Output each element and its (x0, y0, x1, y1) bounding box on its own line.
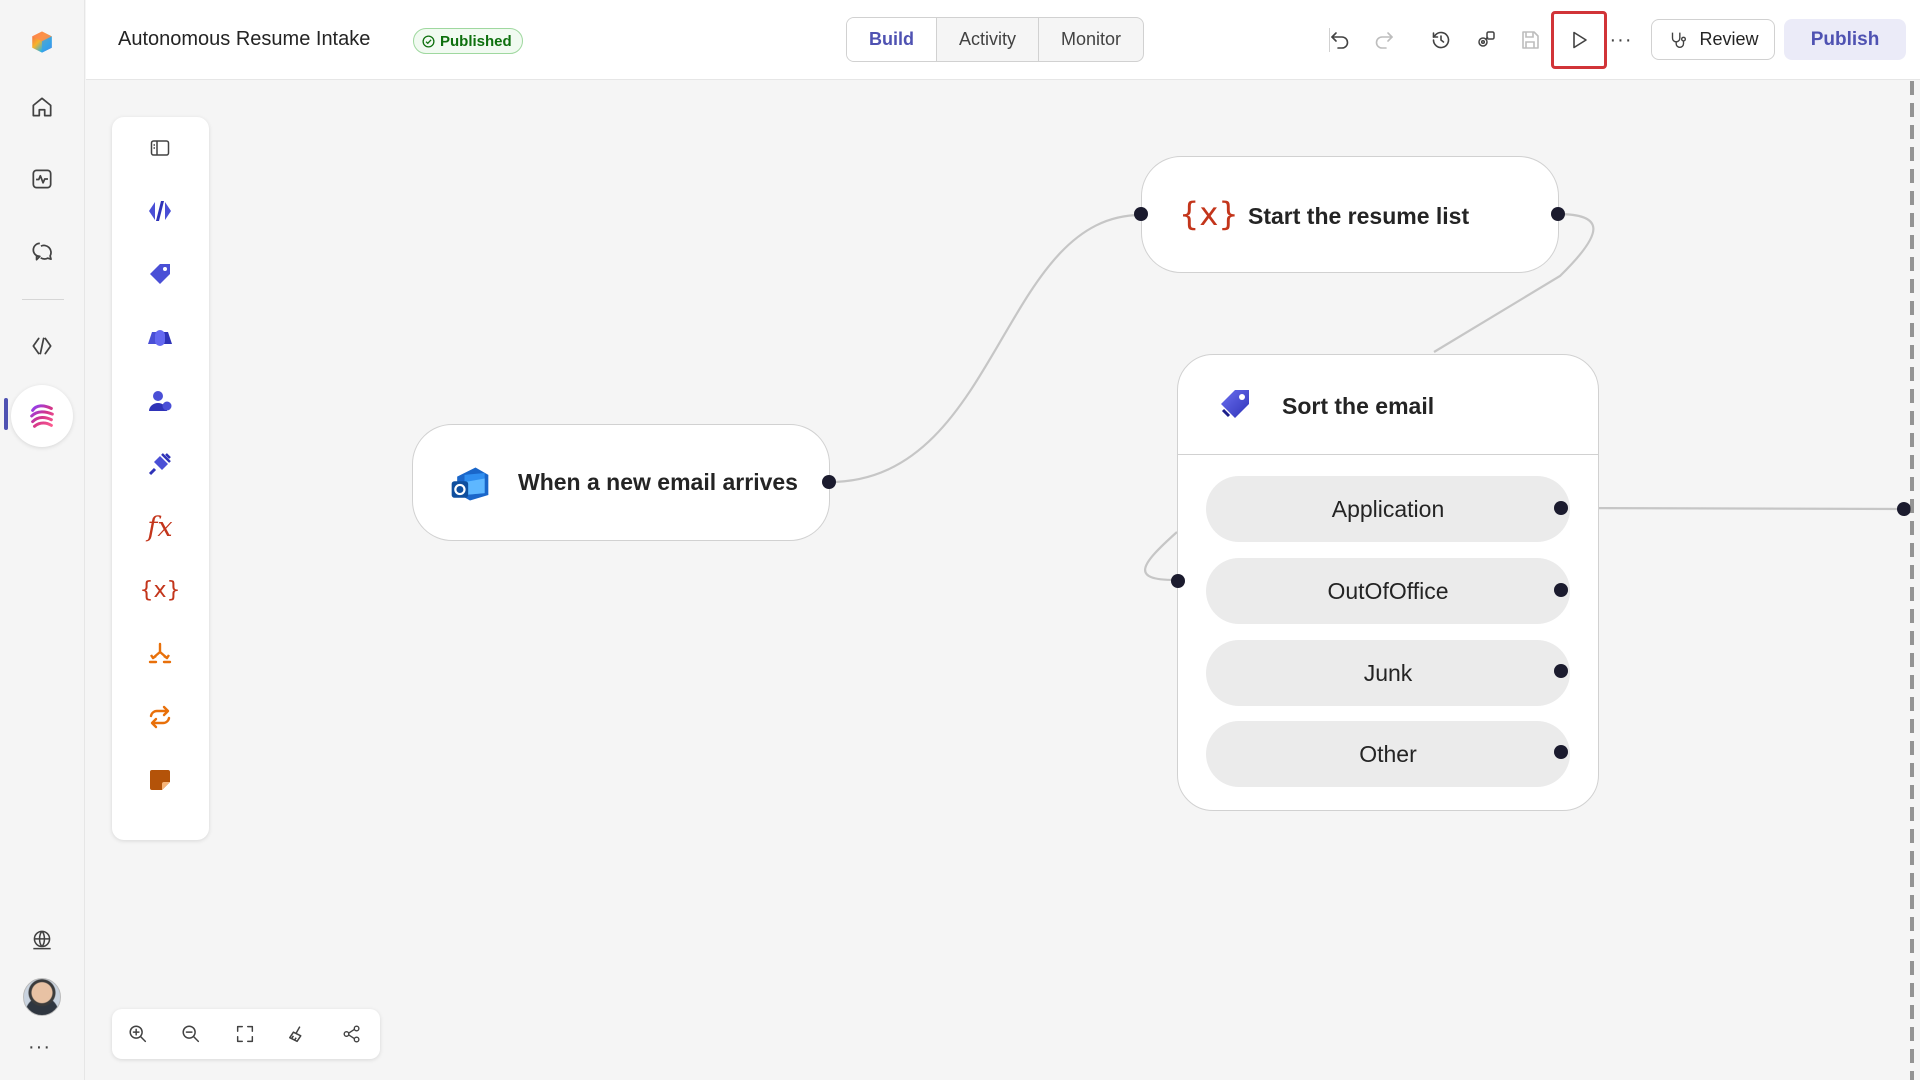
outofoffice-output-port[interactable] (1554, 583, 1568, 597)
sort-node-title: Sort the email (1282, 393, 1435, 419)
canvas-edge-scrollbar[interactable] (1910, 81, 1914, 1080)
variable-input-port[interactable] (1134, 207, 1148, 221)
toolbar-divider (1329, 28, 1330, 52)
node-palette: fx {x} (112, 117, 209, 840)
left-rail: ··· (0, 0, 85, 1080)
outlook-icon (447, 461, 493, 507)
status-label: Published (440, 32, 512, 50)
redo-icon[interactable] (1368, 24, 1400, 56)
publish-button[interactable]: Publish (1784, 19, 1906, 60)
review-label: Review (1699, 29, 1759, 49)
tab-build[interactable]: Build (847, 18, 937, 61)
check-circle-icon (422, 34, 435, 48)
next-node-input-port[interactable] (1897, 502, 1911, 516)
connections-icon[interactable] (1470, 24, 1502, 56)
user-avatar[interactable] (23, 978, 61, 1016)
condition-icon[interactable] (140, 634, 180, 674)
copilot-icon[interactable] (140, 318, 180, 358)
sort-email-node[interactable]: Sort the email Application OutOfOffice J… (1177, 354, 1599, 811)
sort-node-header: Sort the email (1178, 355, 1598, 455)
rail-active-indicator (4, 398, 8, 430)
junk-output-port[interactable] (1554, 664, 1568, 678)
branch-outofoffice[interactable]: OutOfOffice (1206, 558, 1570, 624)
rail-more-icon[interactable]: ··· (28, 1036, 51, 1059)
branch-junk[interactable]: Junk (1206, 640, 1570, 706)
agent-flows-icon[interactable] (11, 385, 73, 447)
more-options-icon[interactable]: ··· (1605, 24, 1637, 56)
trigger-node[interactable]: When a new email arrives (412, 424, 830, 541)
environment-globe-icon[interactable] (18, 916, 66, 964)
review-button[interactable]: Review (1651, 19, 1775, 60)
toggle-panel-icon[interactable] (140, 128, 180, 168)
human-agent-icon[interactable] (140, 381, 180, 421)
zoom-out-icon[interactable] (177, 1020, 205, 1048)
activity-icon[interactable] (18, 155, 66, 203)
chat-icon[interactable] (18, 227, 66, 275)
branch-application[interactable]: Application (1206, 476, 1570, 542)
code-node-icon[interactable] (140, 191, 180, 231)
fit-to-screen-icon[interactable] (231, 1020, 259, 1048)
variable-output-port[interactable] (1551, 207, 1565, 221)
run-button-highlight (1551, 11, 1607, 69)
variable-node[interactable]: {x} Start the resume list (1141, 156, 1559, 273)
variable-palette-icon[interactable]: {x} (140, 570, 181, 610)
tag-icon (1214, 383, 1256, 425)
other-output-port[interactable] (1554, 745, 1568, 759)
branch-other[interactable]: Other (1206, 721, 1570, 787)
app-logo-icon[interactable] (18, 18, 66, 66)
tab-activity[interactable]: Activity (937, 18, 1040, 61)
minimap-icon[interactable] (338, 1020, 366, 1048)
rail-divider (22, 299, 64, 300)
trigger-node-title: When a new email arrives (518, 469, 798, 495)
connector-icon[interactable] (140, 444, 180, 484)
sort-input-port[interactable] (1171, 574, 1185, 588)
loop-icon[interactable] (140, 697, 180, 737)
function-icon[interactable]: fx (140, 507, 180, 547)
home-icon[interactable] (18, 83, 66, 131)
clean-up-icon[interactable] (284, 1020, 312, 1048)
version-history-icon[interactable] (1425, 24, 1457, 56)
flow-canvas[interactable] (86, 81, 1920, 1080)
page-title: Autonomous Resume Intake (118, 28, 371, 50)
save-icon[interactable] (1514, 24, 1546, 56)
canvas-controls (112, 1009, 380, 1059)
zoom-in-icon[interactable] (124, 1020, 152, 1048)
trigger-output-port[interactable] (822, 475, 836, 489)
view-tabs: Build Activity Monitor (846, 17, 1145, 62)
stethoscope-icon (1672, 32, 1687, 48)
variable-node-title: Start the resume list (1248, 203, 1470, 229)
tab-monitor[interactable]: Monitor (1039, 18, 1143, 61)
top-header: Autonomous Resume Intake Published Build… (86, 0, 1920, 80)
variable-icon: {x} (1179, 195, 1239, 233)
classify-tag-icon[interactable] (140, 254, 180, 294)
application-output-port[interactable] (1554, 501, 1568, 515)
sticky-note-icon[interactable] (140, 760, 180, 800)
code-icon[interactable] (18, 322, 66, 370)
status-badge: Published (413, 28, 523, 54)
